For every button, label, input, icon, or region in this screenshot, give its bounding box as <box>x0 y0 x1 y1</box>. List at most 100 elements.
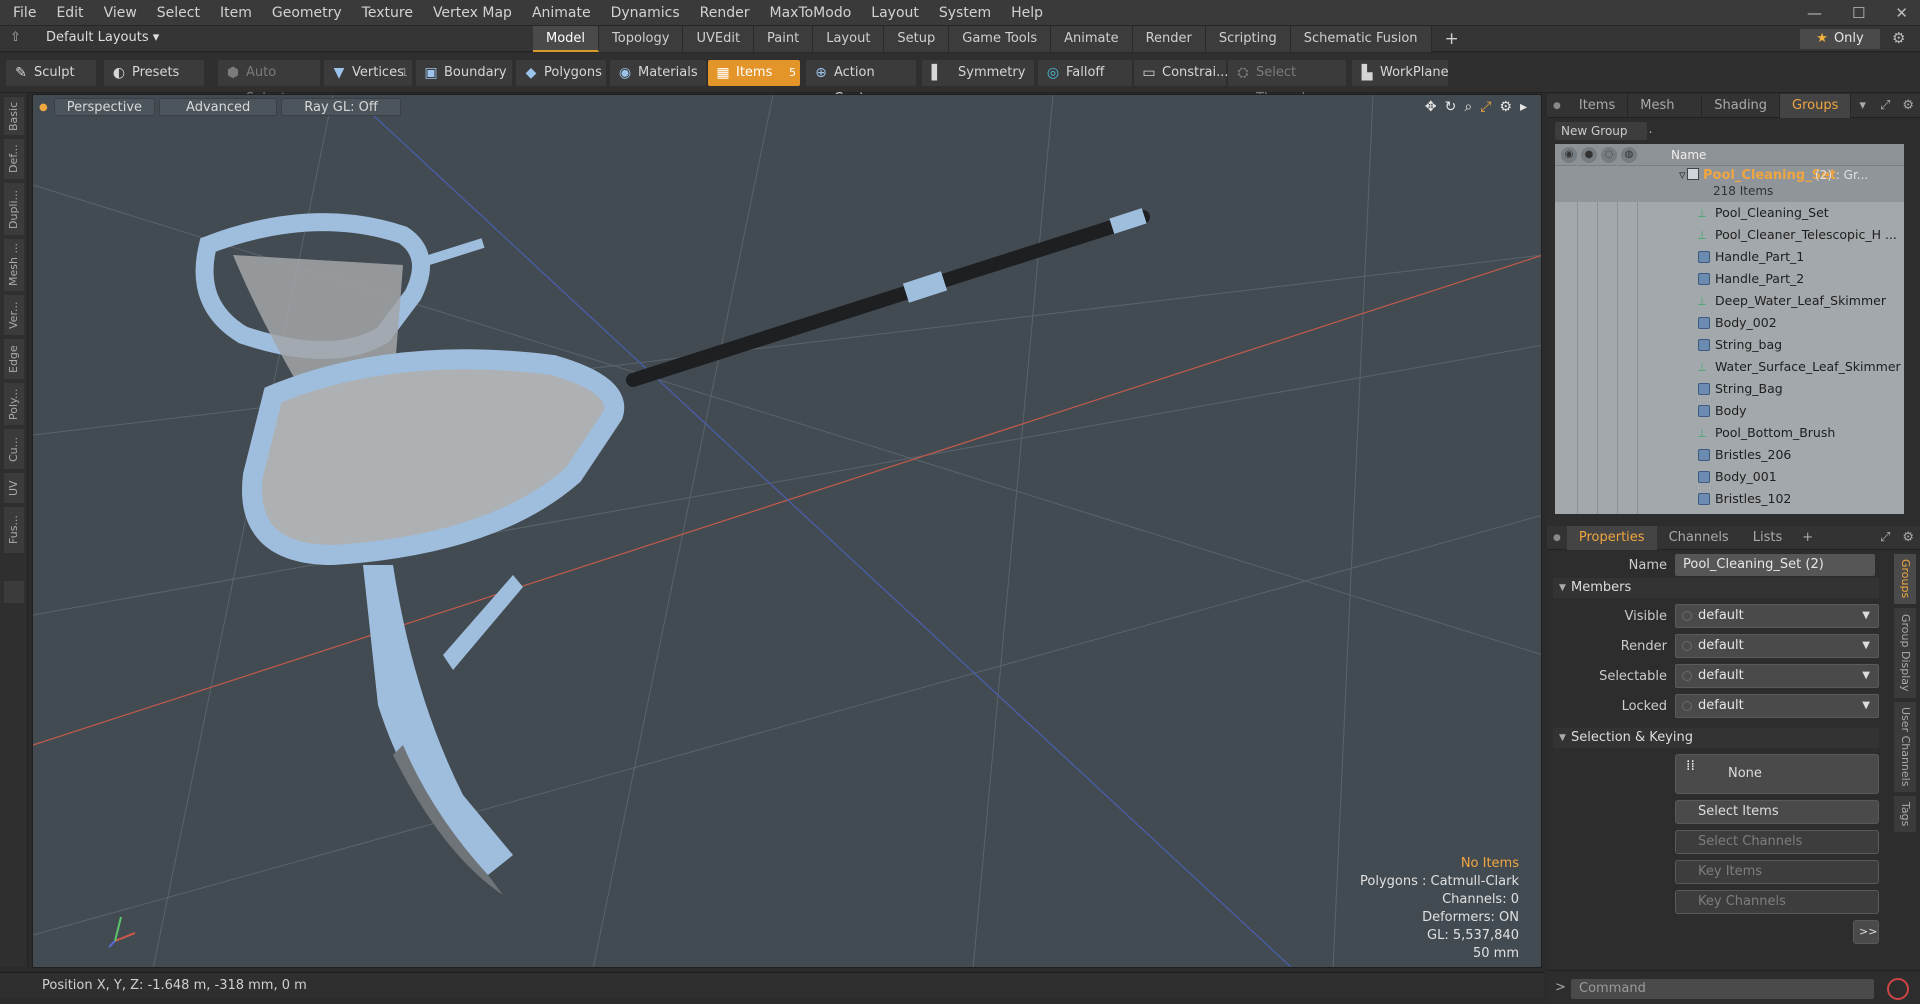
tab-groups[interactable]: Groups <box>1780 93 1852 118</box>
tab-paint[interactable]: Paint <box>754 26 814 52</box>
boundary-button[interactable]: ▣ Boundary <box>416 60 512 86</box>
raygl-toggle[interactable]: Ray GL: Off <box>281 98 401 116</box>
record-icon[interactable] <box>1887 978 1909 1000</box>
tree-item[interactable]: Body_002 <box>1555 312 1904 334</box>
falloff-button[interactable]: ◎ Falloff <box>1038 60 1132 86</box>
auto-select-button[interactable]: ⬢Auto Select <box>218 60 320 106</box>
menu-system[interactable]: System <box>929 0 1001 26</box>
locked-select[interactable]: default ▼ <box>1675 694 1879 718</box>
side-tab-tags[interactable]: Tags <box>1894 796 1916 832</box>
menu-help[interactable]: Help <box>1001 0 1053 26</box>
side-tab-group-display[interactable]: Group Display <box>1894 608 1916 698</box>
tree-item[interactable]: ⟂ Pool_Cleaning_Set <box>1555 202 1904 224</box>
visible-select[interactable]: default ▼ <box>1675 604 1879 628</box>
visibility-column-icon[interactable]: ◉ <box>1561 147 1577 163</box>
select-items-button[interactable]: Select Items <box>1675 800 1879 824</box>
tree-item[interactable]: ⟂ Pool_Bottom_Brush <box>1555 422 1904 444</box>
tab-scripting[interactable]: Scripting <box>1205 26 1291 52</box>
none-preset-button[interactable]: ⁞⁞ None <box>1675 754 1879 794</box>
layout-up-arrow-icon[interactable]: ⇧ <box>10 30 21 45</box>
tab-uvedit[interactable]: UVEdit <box>683 26 755 52</box>
minimize-icon[interactable]: — <box>1807 4 1822 22</box>
close-icon[interactable]: ✕ <box>1895 4 1908 22</box>
tab-properties[interactable]: Properties <box>1566 525 1657 550</box>
menu-item[interactable]: Item <box>210 0 262 26</box>
add-tab-icon[interactable]: + <box>1794 530 1821 545</box>
menu-view[interactable]: View <box>94 0 147 26</box>
menu-texture[interactable]: Texture <box>352 0 423 26</box>
perspective-dropdown[interactable]: Perspective <box>53 98 156 116</box>
tree-item[interactable]: ⟂ Water_Surface_Leaf_Skimmer <box>1555 356 1904 378</box>
selection-keying-section[interactable]: ▼ Selection & Keying <box>1553 728 1879 748</box>
menu-layout[interactable]: Layout <box>861 0 929 26</box>
materials-button[interactable]: ◉ Materials <box>610 60 706 86</box>
side-tab-groups[interactable]: Groups <box>1894 554 1916 604</box>
items-button[interactable]: ▦ Items 5 <box>708 60 800 86</box>
tab-basic[interactable]: Basic <box>4 97 24 135</box>
tree-item[interactable]: Body <box>1555 400 1904 422</box>
tab-curve[interactable]: Cu... <box>4 429 24 469</box>
tab-lists[interactable]: Lists <box>1741 526 1795 550</box>
tree-item[interactable]: String_Bag <box>1555 378 1904 400</box>
tree-item[interactable]: String_bag <box>1555 334 1904 356</box>
viewport-menu-arrow-icon[interactable]: ▸ <box>1520 99 1527 115</box>
tab-edge[interactable]: Edge <box>4 339 24 379</box>
group-expand-icon[interactable]: ▿ <box>1679 168 1686 183</box>
advanced-dropdown[interactable]: Advanced <box>159 98 278 116</box>
menu-maxtomodo[interactable]: MaxToModo <box>760 0 862 26</box>
vertices-button[interactable]: ▼ Vertices 1 <box>324 60 412 86</box>
tabs-more-icon[interactable]: ▾ <box>1851 98 1874 113</box>
selectable-select[interactable]: default ▼ <box>1675 664 1879 688</box>
presets-button[interactable]: ◐ Presets <box>104 60 204 86</box>
tab-shading[interactable]: Shading <box>1702 93 1781 118</box>
panel-gear-icon[interactable]: ⚙ <box>1896 98 1920 113</box>
tree-item[interactable]: Bristles_102 <box>1555 488 1904 510</box>
menu-select[interactable]: Select <box>147 0 210 26</box>
tab-mesh-ops[interactable]: Mesh ... <box>1628 93 1703 137</box>
tab-game-tools[interactable]: Game Tools <box>949 26 1052 52</box>
action-center-button[interactable]: ⊕Action Center <box>806 60 916 106</box>
tab-uv[interactable]: UV <box>4 473 24 503</box>
3d-viewport[interactable]: ● Perspective Advanced Ray GL: Off ✥ ↻ ⌕… <box>32 94 1542 968</box>
tab-animate[interactable]: Animate <box>1051 26 1133 52</box>
select-channels-button[interactable]: Select Channels <box>1675 830 1879 854</box>
add-tab-icon[interactable]: + <box>1432 26 1472 52</box>
render-select[interactable]: default ▼ <box>1675 634 1879 658</box>
side-tab-user-channels[interactable]: User Channels <box>1894 702 1916 792</box>
more-button[interactable]: >> <box>1853 920 1879 944</box>
menu-animate[interactable]: Animate <box>522 0 601 26</box>
gear-icon[interactable]: ⚙ <box>1892 29 1905 47</box>
only-button[interactable]: ★ Only <box>1800 29 1880 49</box>
members-section[interactable]: ▼ Members <box>1553 578 1879 598</box>
tab-duplicate[interactable]: Dupli... <box>4 183 24 235</box>
maximize-icon[interactable]: ☐ <box>1852 4 1865 22</box>
render-column-icon[interactable]: ● <box>1581 147 1597 163</box>
viewport-gear-icon[interactable]: ⚙ <box>1499 99 1512 115</box>
tab-polygon[interactable]: Poly... <box>4 383 24 425</box>
tree-item[interactable]: Handle_Part_1 <box>1555 246 1904 268</box>
tab-topology[interactable]: Topology <box>599 26 684 52</box>
symmetry-button[interactable]: ▌ Symmetry <box>922 60 1034 86</box>
tab-mesh[interactable]: Mesh ... <box>4 239 24 291</box>
menu-vertex-map[interactable]: Vertex Map <box>423 0 522 26</box>
tab-render[interactable]: Render <box>1132 26 1206 52</box>
tree-item[interactable]: Bristles_206 <box>1555 444 1904 466</box>
tab-schematic-fusion[interactable]: Schematic Fusion <box>1290 26 1432 52</box>
maximize-viewport-icon[interactable]: ⤢ <box>1480 99 1491 115</box>
name-column-header[interactable]: Name <box>1671 148 1706 162</box>
tab-model[interactable]: Model <box>533 26 600 52</box>
menu-dynamics[interactable]: Dynamics <box>601 0 690 26</box>
menu-edit[interactable]: Edit <box>46 0 93 26</box>
select-through-button[interactable]: ⛭Select Through <box>1228 60 1346 106</box>
name-field[interactable]: Pool_Cleaning_Set (2) <box>1675 554 1875 576</box>
pan-icon[interactable]: ✥ <box>1425 99 1437 115</box>
new-group-button[interactable]: New Group <box>1555 122 1647 140</box>
tab-deform[interactable]: Def... <box>4 139 24 179</box>
group-row[interactable]: ▿ Pool_Cleaning_Set (2) : Gr... 218 Item… <box>1555 166 1904 202</box>
tree-item[interactable]: Body_001 <box>1555 466 1904 488</box>
tab-vertex[interactable]: Ver... <box>4 295 24 335</box>
menu-file[interactable]: File <box>0 0 46 26</box>
panel-gear-icon[interactable]: ⚙ <box>1896 530 1920 545</box>
tab-fusion[interactable]: Fus... <box>4 507 24 553</box>
sculpt-button[interactable]: ✎ Sculpt <box>6 60 96 86</box>
